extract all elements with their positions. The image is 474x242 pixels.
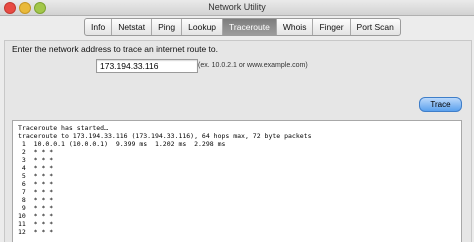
output-line: 7 * * * <box>18 188 54 196</box>
traceroute-output[interactable]: Traceroute has started… traceroute to 17… <box>12 120 462 242</box>
tab-info[interactable]: Info <box>85 19 113 35</box>
output-line: 8 * * * <box>18 196 54 204</box>
output-line: 6 * * * <box>18 180 54 188</box>
output-line: traceroute to 173.194.33.116 (173.194.33… <box>18 132 312 140</box>
output-line: 3 * * * <box>18 156 54 164</box>
output-line: 2 * * * <box>18 148 54 156</box>
address-hint-label: (ex. 10.0.2.1 or www.example.com) <box>198 62 308 69</box>
output-line: 5 * * * <box>18 172 54 180</box>
output-line: Traceroute has started… <box>18 124 109 132</box>
tab-finger[interactable]: Finger <box>313 19 351 35</box>
tab-lookup[interactable]: Lookup <box>182 19 224 35</box>
output-line: 4 * * * <box>18 164 54 172</box>
window-title: Network Utility <box>208 2 266 12</box>
address-prompt-label: Enter the network address to trace an in… <box>12 44 219 54</box>
output-line: 11 * * * <box>18 220 54 228</box>
tab-whois[interactable]: Whois <box>277 19 314 35</box>
tab-ping[interactable]: Ping <box>152 19 183 35</box>
output-line: 10 * * * <box>18 212 54 220</box>
output-line: 9 * * * <box>18 204 54 212</box>
tab-traceroute[interactable]: Traceroute <box>223 19 277 35</box>
tab-bar: Info Netstat Ping Lookup Traceroute Whoi… <box>84 18 401 36</box>
output-line: 12 * * * <box>18 228 54 236</box>
address-input[interactable]: 173.194.33.116 <box>96 59 198 73</box>
title-bar: Network Utility <box>0 0 474 16</box>
trace-button[interactable]: Trace <box>419 97 462 112</box>
tab-port-scan[interactable]: Port Scan <box>351 19 400 35</box>
tab-netstat[interactable]: Netstat <box>112 19 153 35</box>
output-line: 1 10.0.0.1 (10.0.0.1) 9.399 ms 1.202 ms … <box>18 140 226 148</box>
